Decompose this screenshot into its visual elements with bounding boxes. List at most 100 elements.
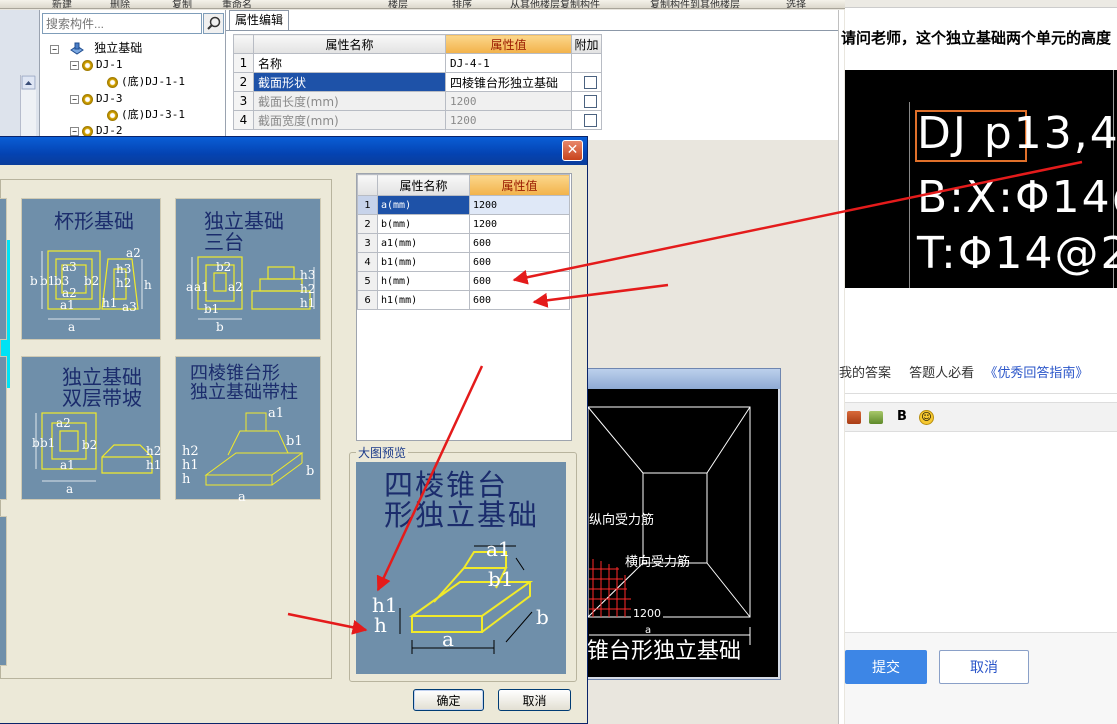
gear-icon: [82, 93, 93, 105]
search-button[interactable]: [203, 13, 224, 34]
toolbar-copy-from-floor[interactable]: 从其他楼层复制构件: [510, 0, 600, 8]
cad-label-vertical-rebar: 纵向受力筋: [589, 513, 655, 528]
param-value[interactable]: 600: [469, 290, 570, 310]
collapse-icon[interactable]: −: [70, 60, 79, 70]
extra-cell: [571, 91, 602, 111]
toolbar-copy[interactable]: 复制: [172, 0, 192, 8]
shape-tile-partial[interactable]: [0, 356, 7, 500]
close-button[interactable]: ✕: [562, 140, 583, 161]
tree-node[interactable]: (底)DJ-1-1: [104, 74, 185, 90]
tile-label-line: 双层带坡: [62, 386, 142, 410]
answerer-must-read-link[interactable]: 答题人必看: [909, 366, 974, 381]
search-input[interactable]: [42, 13, 202, 34]
image-icon[interactable]: [847, 411, 861, 424]
svg-text:b: b: [30, 274, 38, 288]
dialog-titlebar[interactable]: [0, 137, 587, 165]
main-toolbar: 新建 删除 复制 重命名 楼层 排序 从其他楼层复制构件 复制构件到其他楼层 选…: [0, 0, 845, 9]
preview-legend: 大图预览: [356, 444, 409, 461]
toolbar-sort[interactable]: 排序: [452, 0, 472, 8]
extra-checkbox[interactable]: [584, 95, 597, 108]
tree-root[interactable]: − 独立基础: [50, 40, 142, 56]
cad-window-titlebar[interactable]: [561, 369, 780, 389]
collapse-icon[interactable]: −: [50, 44, 59, 54]
svg-text:a: a: [442, 627, 454, 651]
property-table: 属性名称 属性值 附加 1 名称 DJ-4-1 2 截面形状 四棱锥台形独立基础…: [233, 34, 602, 130]
table-row[interactable]: 3 a1(mm) 600: [357, 233, 570, 253]
shape-tile-partial[interactable]: [0, 198, 7, 340]
svg-text:b2: b2: [82, 438, 97, 452]
svg-text:h1: h1: [102, 296, 117, 310]
svg-text:h2: h2: [116, 276, 131, 290]
shape-tile-three-step[interactable]: a a1 b2 a2 b1 b h3 h2 h1 独立基础 三台: [175, 198, 321, 340]
scroll-up-icon[interactable]: [21, 75, 37, 91]
table-row[interactable]: 4 截面宽度(mm) 1200: [233, 110, 602, 130]
collapse-icon[interactable]: −: [70, 94, 79, 104]
web-cancel-button[interactable]: 取消: [939, 650, 1029, 684]
property-value[interactable]: DJ-4-1: [445, 53, 572, 73]
bold-button[interactable]: B: [897, 409, 907, 424]
tile-label-line: 独立基础: [62, 365, 142, 389]
tree-node[interactable]: (底)DJ-3-1: [104, 107, 185, 123]
svg-text:a2: a2: [126, 246, 141, 260]
close-icon: ✕: [566, 142, 579, 158]
table-row[interactable]: 6 h1(mm) 600: [357, 290, 570, 310]
svg-text:a1: a1: [60, 458, 75, 472]
param-value[interactable]: 1200: [469, 214, 570, 234]
toolbar-new[interactable]: 新建: [52, 0, 72, 8]
toolbar-delete[interactable]: 删除: [110, 0, 130, 8]
tree-node[interactable]: − DJ-1: [70, 57, 123, 73]
tab-property-editor[interactable]: 属性编辑: [229, 10, 289, 30]
collapse-icon[interactable]: −: [70, 126, 79, 136]
table-row[interactable]: 5 h(mm) 600: [357, 271, 570, 291]
shape-tile-partial[interactable]: [0, 516, 7, 666]
table-row[interactable]: 1 a(mm) 1200: [357, 195, 570, 215]
row-index: 1: [357, 195, 378, 215]
param-name: b1(mm): [377, 252, 470, 272]
param-value[interactable]: 1200: [469, 195, 570, 215]
param-value[interactable]: 600: [469, 233, 570, 253]
submit-button[interactable]: 提交: [845, 650, 927, 684]
table-row[interactable]: 4 b1(mm) 600: [357, 252, 570, 272]
shape-tile-pyramid-with-column[interactable]: a1 b1 h2 h1 h a b 四棱锥台形 独立基础带柱: [175, 356, 321, 501]
header-param-value: 属性值: [469, 174, 570, 196]
table-row[interactable]: 1 名称 DJ-4-1: [233, 53, 602, 73]
svg-text:a3: a3: [62, 260, 77, 274]
toolbar-select[interactable]: 选择: [786, 0, 806, 8]
cad-drawing: 纵向受力筋 横向受力筋 1200 a 锥台形独立基础: [587, 389, 778, 677]
tile-label-line: 独立基础带柱: [190, 381, 298, 403]
svg-text:a2: a2: [228, 280, 243, 294]
svg-text:a1: a1: [486, 537, 511, 561]
shape-tile-double-slope[interactable]: b b1 a2 b2 a1 a h2 h1 独立基础 双层带坡: [21, 356, 161, 500]
table-row[interactable]: 3 截面长度(mm) 1200: [233, 91, 602, 111]
row-index: 3: [357, 233, 378, 253]
large-preview-image: 四棱锥台 形独立基础 a1 b1 h1 h ab: [356, 462, 566, 674]
param-value[interactable]: 600: [469, 252, 570, 272]
toolbar-copy-to-floor[interactable]: 复制构件到其他楼层: [650, 0, 740, 8]
extra-checkbox[interactable]: [584, 114, 597, 127]
property-value: 1200: [445, 91, 572, 111]
header-index: [357, 174, 378, 196]
tree-node[interactable]: − DJ-3: [70, 91, 123, 107]
header-param-name: 属性名称: [377, 174, 470, 196]
shape-tile-cup-foundation[interactable]: b b1 b3 a3 b2 a2 a1 a a2 h3 h2 h1 a3 h 杯形基础: [21, 198, 161, 340]
tile-label-line: 独立基础: [204, 209, 284, 233]
my-answer-link[interactable]: 我的答案: [839, 366, 891, 381]
svg-text:b: b: [306, 464, 314, 479]
left-scrollbar[interactable]: [20, 75, 36, 140]
toolbar-rename[interactable]: 重命名: [222, 0, 252, 8]
svg-text:h: h: [182, 472, 191, 487]
toolbar-floor[interactable]: 楼层: [388, 0, 408, 8]
ok-button[interactable]: 确定: [413, 689, 484, 711]
guide-link[interactable]: 《优秀回答指南》: [984, 366, 1088, 381]
cad-text-line: T:Φ14@200/: [917, 228, 1117, 279]
insert-image-icon[interactable]: [869, 411, 883, 424]
answer-editor[interactable]: [845, 432, 1117, 632]
table-row[interactable]: 2 截面形状 四棱锥台形独立基础: [233, 72, 602, 92]
extra-checkbox[interactable]: [584, 76, 597, 89]
table-row[interactable]: 2 b(mm) 1200: [357, 214, 570, 234]
param-value[interactable]: 600: [469, 271, 570, 291]
property-value[interactable]: 四棱锥台形独立基础: [445, 72, 572, 92]
dialog-cancel-button[interactable]: 取消: [498, 689, 571, 711]
emoji-icon[interactable]: ☺: [919, 410, 934, 425]
property-editor-panel: 属性编辑 属性名称 属性值 附加 1 名称 DJ-4-1 2 截面形状 四棱锥台…: [226, 10, 838, 140]
